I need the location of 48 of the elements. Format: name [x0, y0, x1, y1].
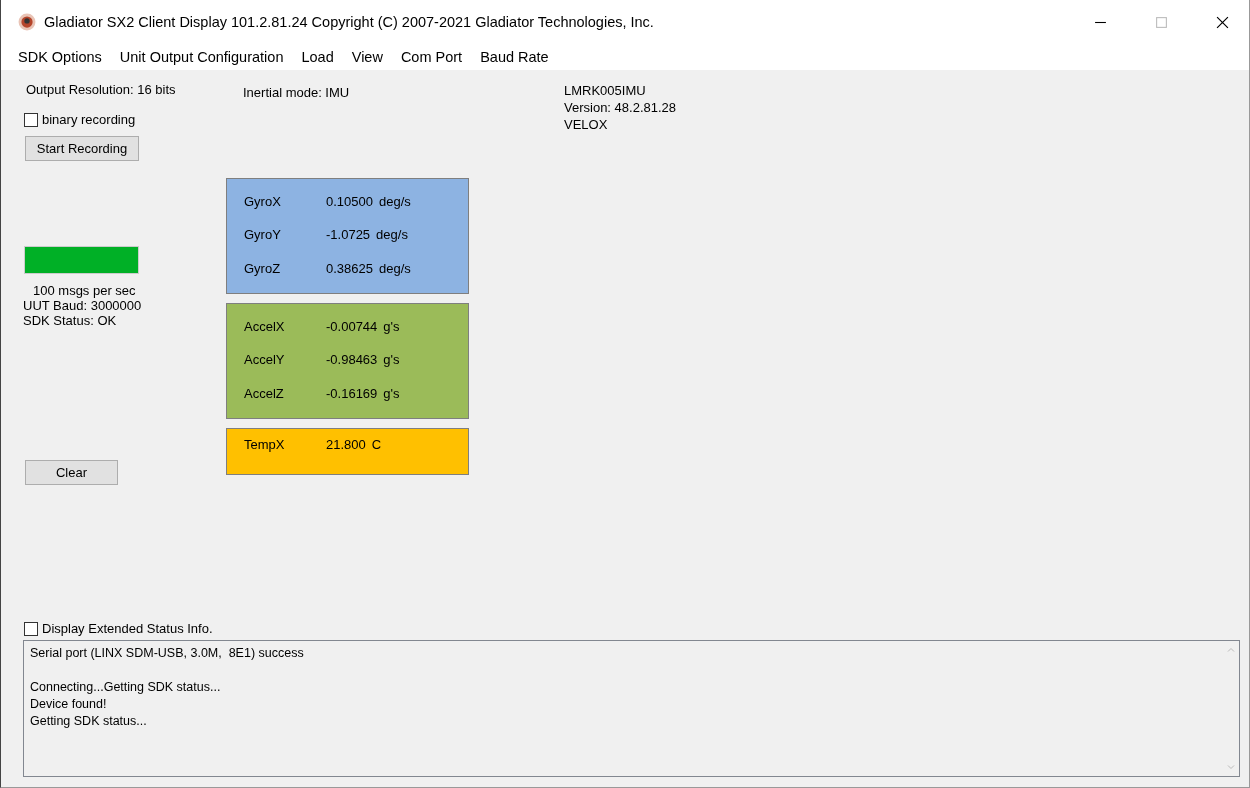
menu-item[interactable]: Load — [301, 49, 334, 65]
sensor-unit: deg/s — [379, 194, 411, 210]
sensor-name: AccelY — [244, 352, 286, 368]
device-info-text: VELOX — [564, 116, 609, 133]
sensor-value: -0.16169 — [326, 385, 378, 401]
window-title: Gladiator SX2 Client Display 101.2.81.24 Copyright (C) 2007-2021 Gladiator Technologies, Inc. — [44, 14, 654, 30]
sensor-value: -0.00744 — [326, 319, 378, 335]
start-recording-button[interactable]: Start Recording — [25, 136, 139, 161]
sensor-unit: g's — [383, 319, 400, 335]
sensor-name: TempX — [244, 437, 286, 452]
menu-item[interactable]: Com Port — [400, 49, 463, 65]
sensor-unit: C — [371, 437, 382, 452]
sensor-name: GyroZ — [244, 260, 282, 276]
sensor-name: AccelX — [244, 319, 286, 335]
log-line: Device found! — [30, 696, 107, 713]
menu-item[interactable]: Unit Output Configuration — [119, 49, 284, 65]
device-info-text: Version: 48.2.81.28 — [564, 99, 677, 116]
close-icon[interactable] — [1216, 15, 1229, 29]
status-label: SDK Status: OK — [23, 313, 118, 328]
app-icon — [18, 13, 36, 31]
checkbox[interactable] — [24, 621, 38, 636]
sensor-name: GyroX — [244, 194, 282, 210]
clear-button[interactable]: Clear — [25, 460, 118, 485]
sensor-value: 0.10500 — [326, 194, 373, 210]
sensor-name: AccelZ — [244, 385, 285, 401]
sensor-name: GyroY — [244, 227, 282, 243]
rate-label: 100 msgs per sec — [33, 283, 137, 298]
output-resolution-label: Output Resolution: 16 bits — [26, 82, 177, 97]
device-info-text: LMRK005IMU — [564, 82, 647, 99]
sensor-unit: g's — [383, 352, 400, 368]
baud-label: UUT Baud: 3000000 — [23, 298, 143, 313]
menu-item[interactable]: View — [351, 49, 383, 65]
menu-item[interactable]: Baud Rate — [480, 49, 549, 65]
sensor-value: -0.98463 — [326, 352, 378, 368]
sensor-value: -1.0725 — [326, 227, 371, 243]
checkbox[interactable] — [24, 112, 38, 127]
log-line: Serial port (LINX SDM-USB, 3.0M, 8E1) success — [30, 645, 304, 662]
sensor-value: 0.38625 — [326, 260, 373, 276]
sensor-unit: g's — [383, 385, 400, 401]
checkbox-label: binary recording — [42, 112, 136, 127]
sensor-unit: deg/s — [376, 227, 408, 243]
inertial-mode-label: Inertial mode: IMU — [243, 85, 351, 100]
log-line: Connecting...Getting SDK status... — [30, 679, 221, 696]
sensor-value: 21.800 — [326, 437, 366, 452]
checkbox-label: Display Extended Status Info. — [42, 621, 213, 636]
log-line: Getting SDK status... — [30, 713, 147, 730]
sensor-unit: deg/s — [379, 260, 411, 276]
menu-item[interactable]: SDK Options — [18, 49, 102, 65]
